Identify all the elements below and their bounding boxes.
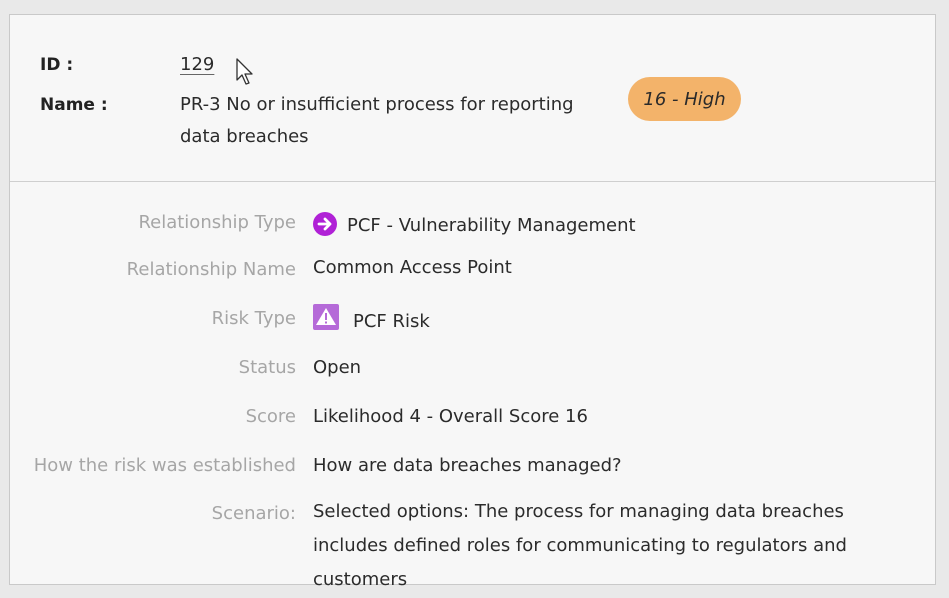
risk-type-label: Risk Type xyxy=(211,308,296,329)
status-value: Open xyxy=(313,357,362,378)
mouse-cursor-icon xyxy=(236,58,253,85)
relationship-type-label: Relationship Type xyxy=(138,212,296,233)
relationship-type-value: PCF - Vulnerability Management xyxy=(313,212,636,236)
scenario-label: Scenario: xyxy=(211,503,296,524)
risk-header: ID : 129 Name : PR-3 No or insufficient … xyxy=(10,15,935,182)
scenario-value: Selected options: The process for managi… xyxy=(313,501,847,590)
warning-icon xyxy=(313,304,339,330)
id-link[interactable]: 129 xyxy=(180,49,214,81)
id-label: ID : xyxy=(40,55,74,75)
risk-type-text: PCF Risk xyxy=(353,311,430,332)
score-label: Score xyxy=(245,406,296,427)
risk-level-badge: 16 - High xyxy=(628,77,741,121)
status-label: Status xyxy=(238,357,296,378)
risk-name: PR-3 No or insufficient process for repo… xyxy=(180,94,574,147)
name-label: Name : xyxy=(40,95,108,115)
relationship-name-value: Common Access Point xyxy=(313,257,512,278)
relationship-name-label: Relationship Name xyxy=(126,259,296,280)
header-divider xyxy=(10,181,935,182)
established-label: How the risk was established xyxy=(33,455,296,476)
risk-detail-card: ID : 129 Name : PR-3 No or insufficient … xyxy=(9,14,936,590)
risk-type-value: PCF Risk xyxy=(313,304,430,332)
score-value: Likelihood 4 - Overall Score 16 xyxy=(313,406,588,427)
established-value: How are data breaches managed? xyxy=(313,455,622,476)
relationship-type-text[interactable]: PCF - Vulnerability Management xyxy=(347,215,636,236)
arrow-circle-right-icon xyxy=(313,212,337,236)
